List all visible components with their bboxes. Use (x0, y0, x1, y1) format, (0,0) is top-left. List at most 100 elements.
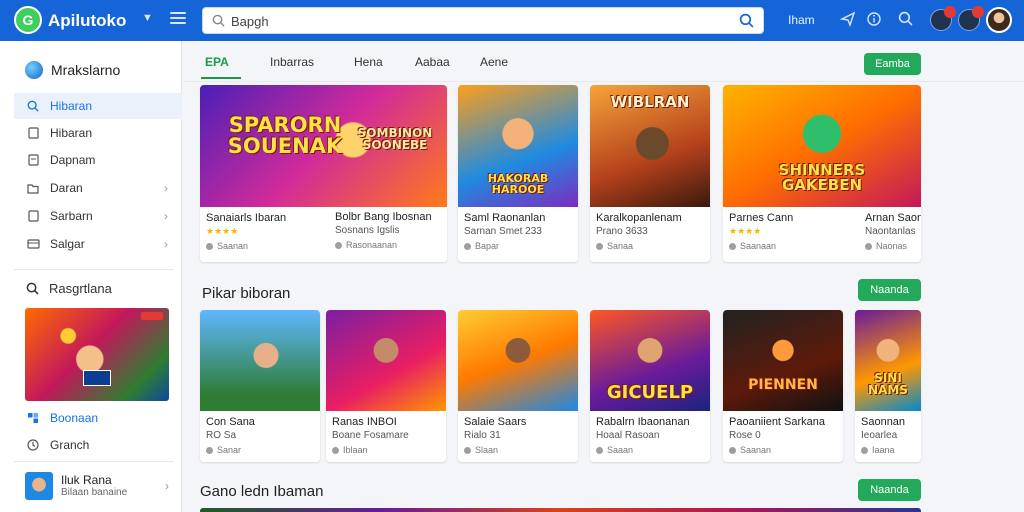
game-card-r2-1[interactable]: Con Sana RO Sa Sanar (200, 310, 320, 462)
search-icon (25, 282, 39, 295)
game-card-4[interactable]: WIBLRAN Karalkopanlenam Prano 3633 Sanaa (590, 85, 710, 262)
game-card-r2-6[interactable]: SINI NAMS Saonnan Ieoarlea Iaana (855, 310, 921, 462)
publisher-icon (335, 241, 342, 249)
publisher-icon (464, 242, 471, 250)
game-rating: ★★★★ (723, 226, 859, 237)
globe-icon (25, 61, 43, 79)
top-bar: G Apilutoko ▼ Iham (0, 0, 1024, 41)
game-thumbnail: PIENNEN (723, 310, 843, 411)
tab-aabaa[interactable]: Aabaa (415, 55, 450, 69)
notifications-avatar[interactable] (930, 6, 956, 31)
top-link[interactable]: Iham (788, 13, 815, 27)
promo-tv-graphic (83, 370, 111, 386)
sidebar-item-hibaran-1[interactable]: Hibaran (14, 93, 182, 119)
game-meta: Naonas (859, 241, 921, 251)
game-meta: Sanar (200, 445, 320, 455)
doc-icon (26, 154, 40, 166)
sidebar-item-label: Sarbarn (50, 209, 93, 223)
user-avatar[interactable] (986, 7, 1012, 33)
search-submit-icon[interactable] (739, 13, 754, 28)
game-card-r2-2[interactable]: Ranas INBOI Boane Fosamare Iblaan (326, 310, 446, 462)
game-title: Con Sana (206, 416, 255, 428)
game-meta: Rasonaanan (329, 240, 447, 250)
game-thumbnail: SPARORN SOUENAK SOMBINON SOONEBE (200, 85, 447, 207)
folder-icon (26, 183, 40, 194)
game-thumbnail (200, 310, 320, 411)
main-content: EPA Inbarras Hena Aabaa Aene Eamba SPARO… (183, 41, 1024, 512)
game-thumbnail: SHINNERS GAKEBEN (723, 85, 921, 207)
app-name[interactable]: Apilutoko (48, 11, 126, 31)
search-input[interactable] (231, 12, 721, 30)
search-icon[interactable] (898, 11, 913, 26)
publisher-icon (596, 446, 603, 454)
sidebar-section-title[interactable]: Rasgrtlana (14, 275, 182, 301)
menu-icon[interactable] (170, 12, 186, 26)
chevron-right-icon[interactable]: › (165, 479, 169, 493)
section3-action-button[interactable]: Naanda (858, 479, 921, 501)
notification-badge (944, 6, 956, 18)
sidebar-link-boonaan[interactable]: Boonaan (14, 405, 182, 431)
sidebar-link-label: Boonaan (50, 411, 99, 425)
promo-badge (141, 312, 163, 320)
sidebar-item-label: Hibaran (50, 99, 93, 113)
game-subtitle: Sarnan Smet 233 (464, 226, 542, 237)
sidebar-item-daran[interactable]: Daran › (14, 175, 182, 201)
game-card-5[interactable]: SHINNERS GAKEBEN Parnes Cann ★★★★ Saanaa… (723, 85, 921, 262)
game-meta: Slaan (458, 445, 578, 455)
thumb-title-text: HAKORAB HAROOE (487, 172, 549, 196)
game-meta: Saanan (723, 445, 843, 455)
game-card-3[interactable]: HAKORAB HAROOE Saml Raonanlan Sarnan Sme… (458, 85, 578, 262)
game-subtitle: Naontanlas (865, 226, 916, 237)
sidebar-divider (14, 269, 174, 270)
sidebar-item-sarbarn[interactable]: Sarbarn › (14, 203, 182, 229)
publisher-icon (865, 242, 872, 250)
top-action-button[interactable]: Eamba (864, 53, 921, 75)
chevron-right-icon[interactable]: › (164, 209, 168, 223)
row3-thumbnails-strip[interactable] (200, 508, 921, 512)
sidebar-item-label: Dapnam (50, 153, 96, 167)
game-subtitle: Rialo 31 (464, 430, 501, 441)
chevron-down-icon[interactable]: ▼ (142, 12, 153, 24)
chevron-right-icon[interactable]: › (164, 237, 168, 251)
game-subtitle: Prano 3633 (596, 226, 648, 237)
game-card-r2-4[interactable]: GICUELP Rabalrn Ibaonanan Hoaal Rasoan S… (590, 310, 710, 462)
game-subtitle: Boane Fosamare (332, 430, 409, 441)
section-title-row3: Gano ledn Ibaman (200, 483, 324, 500)
game-subtitle: RO Sa (206, 430, 237, 441)
tab-hena[interactable]: Hena (354, 55, 383, 69)
sidebar-link-label: Granch (50, 438, 90, 452)
sidebar-title: Mrakslarno (51, 62, 121, 78)
sidebar-item-salgar[interactable]: Salgar › (14, 231, 182, 257)
sidebar-item-hibaran-2[interactable]: Hibaran (14, 120, 182, 146)
thumb-title-text: SPARORN SOUENAK (227, 113, 343, 158)
tab-epa[interactable]: EPA (205, 55, 229, 69)
game-card-r2-3[interactable]: Salaie Saars Rialo 31 Slaan (458, 310, 578, 462)
file-icon (26, 127, 40, 139)
tab-inbarras[interactable]: Inbarras (270, 55, 314, 69)
tab-aene[interactable]: Aene (480, 55, 508, 69)
game-title: Arnan Saono (865, 212, 921, 224)
game-card-r2-5[interactable]: PIENNEN Paoaniient Sarkana Rose 0 Saanan (723, 310, 843, 462)
messages-avatar[interactable] (958, 6, 984, 31)
rating-stars: ★★★★ (206, 226, 239, 236)
game-title: Karalkopanlenam (596, 212, 682, 224)
game-subtitle: Rose 0 (729, 430, 761, 441)
send-icon[interactable] (840, 11, 856, 27)
info-icon[interactable] (866, 11, 882, 27)
sidebar-user[interactable]: Iluk Rana Bilaan banaine › (25, 471, 173, 501)
app-logo[interactable]: G (14, 6, 42, 34)
sidebar-link-granch[interactable]: Granch (14, 432, 182, 458)
thumb-title-text: GICUELP (606, 382, 694, 403)
sidebar-header: Mrakslarno (25, 61, 120, 79)
card-icon (26, 239, 40, 249)
publisher-icon (464, 446, 471, 454)
game-thumbnail (458, 310, 578, 411)
sidebar-promo-image[interactable] (25, 308, 169, 401)
game-subtitle: Sosnans Igslis (335, 225, 400, 236)
section2-action-button[interactable]: Naanda (858, 279, 921, 301)
rating-stars: ★★★★ (729, 226, 762, 236)
sidebar: Mrakslarno Hibaran Hibaran Dapnam Daran … (0, 41, 182, 512)
chevron-right-icon[interactable]: › (164, 181, 168, 195)
sidebar-item-dapnam[interactable]: Dapnam (14, 147, 182, 173)
publisher-icon (206, 446, 213, 454)
